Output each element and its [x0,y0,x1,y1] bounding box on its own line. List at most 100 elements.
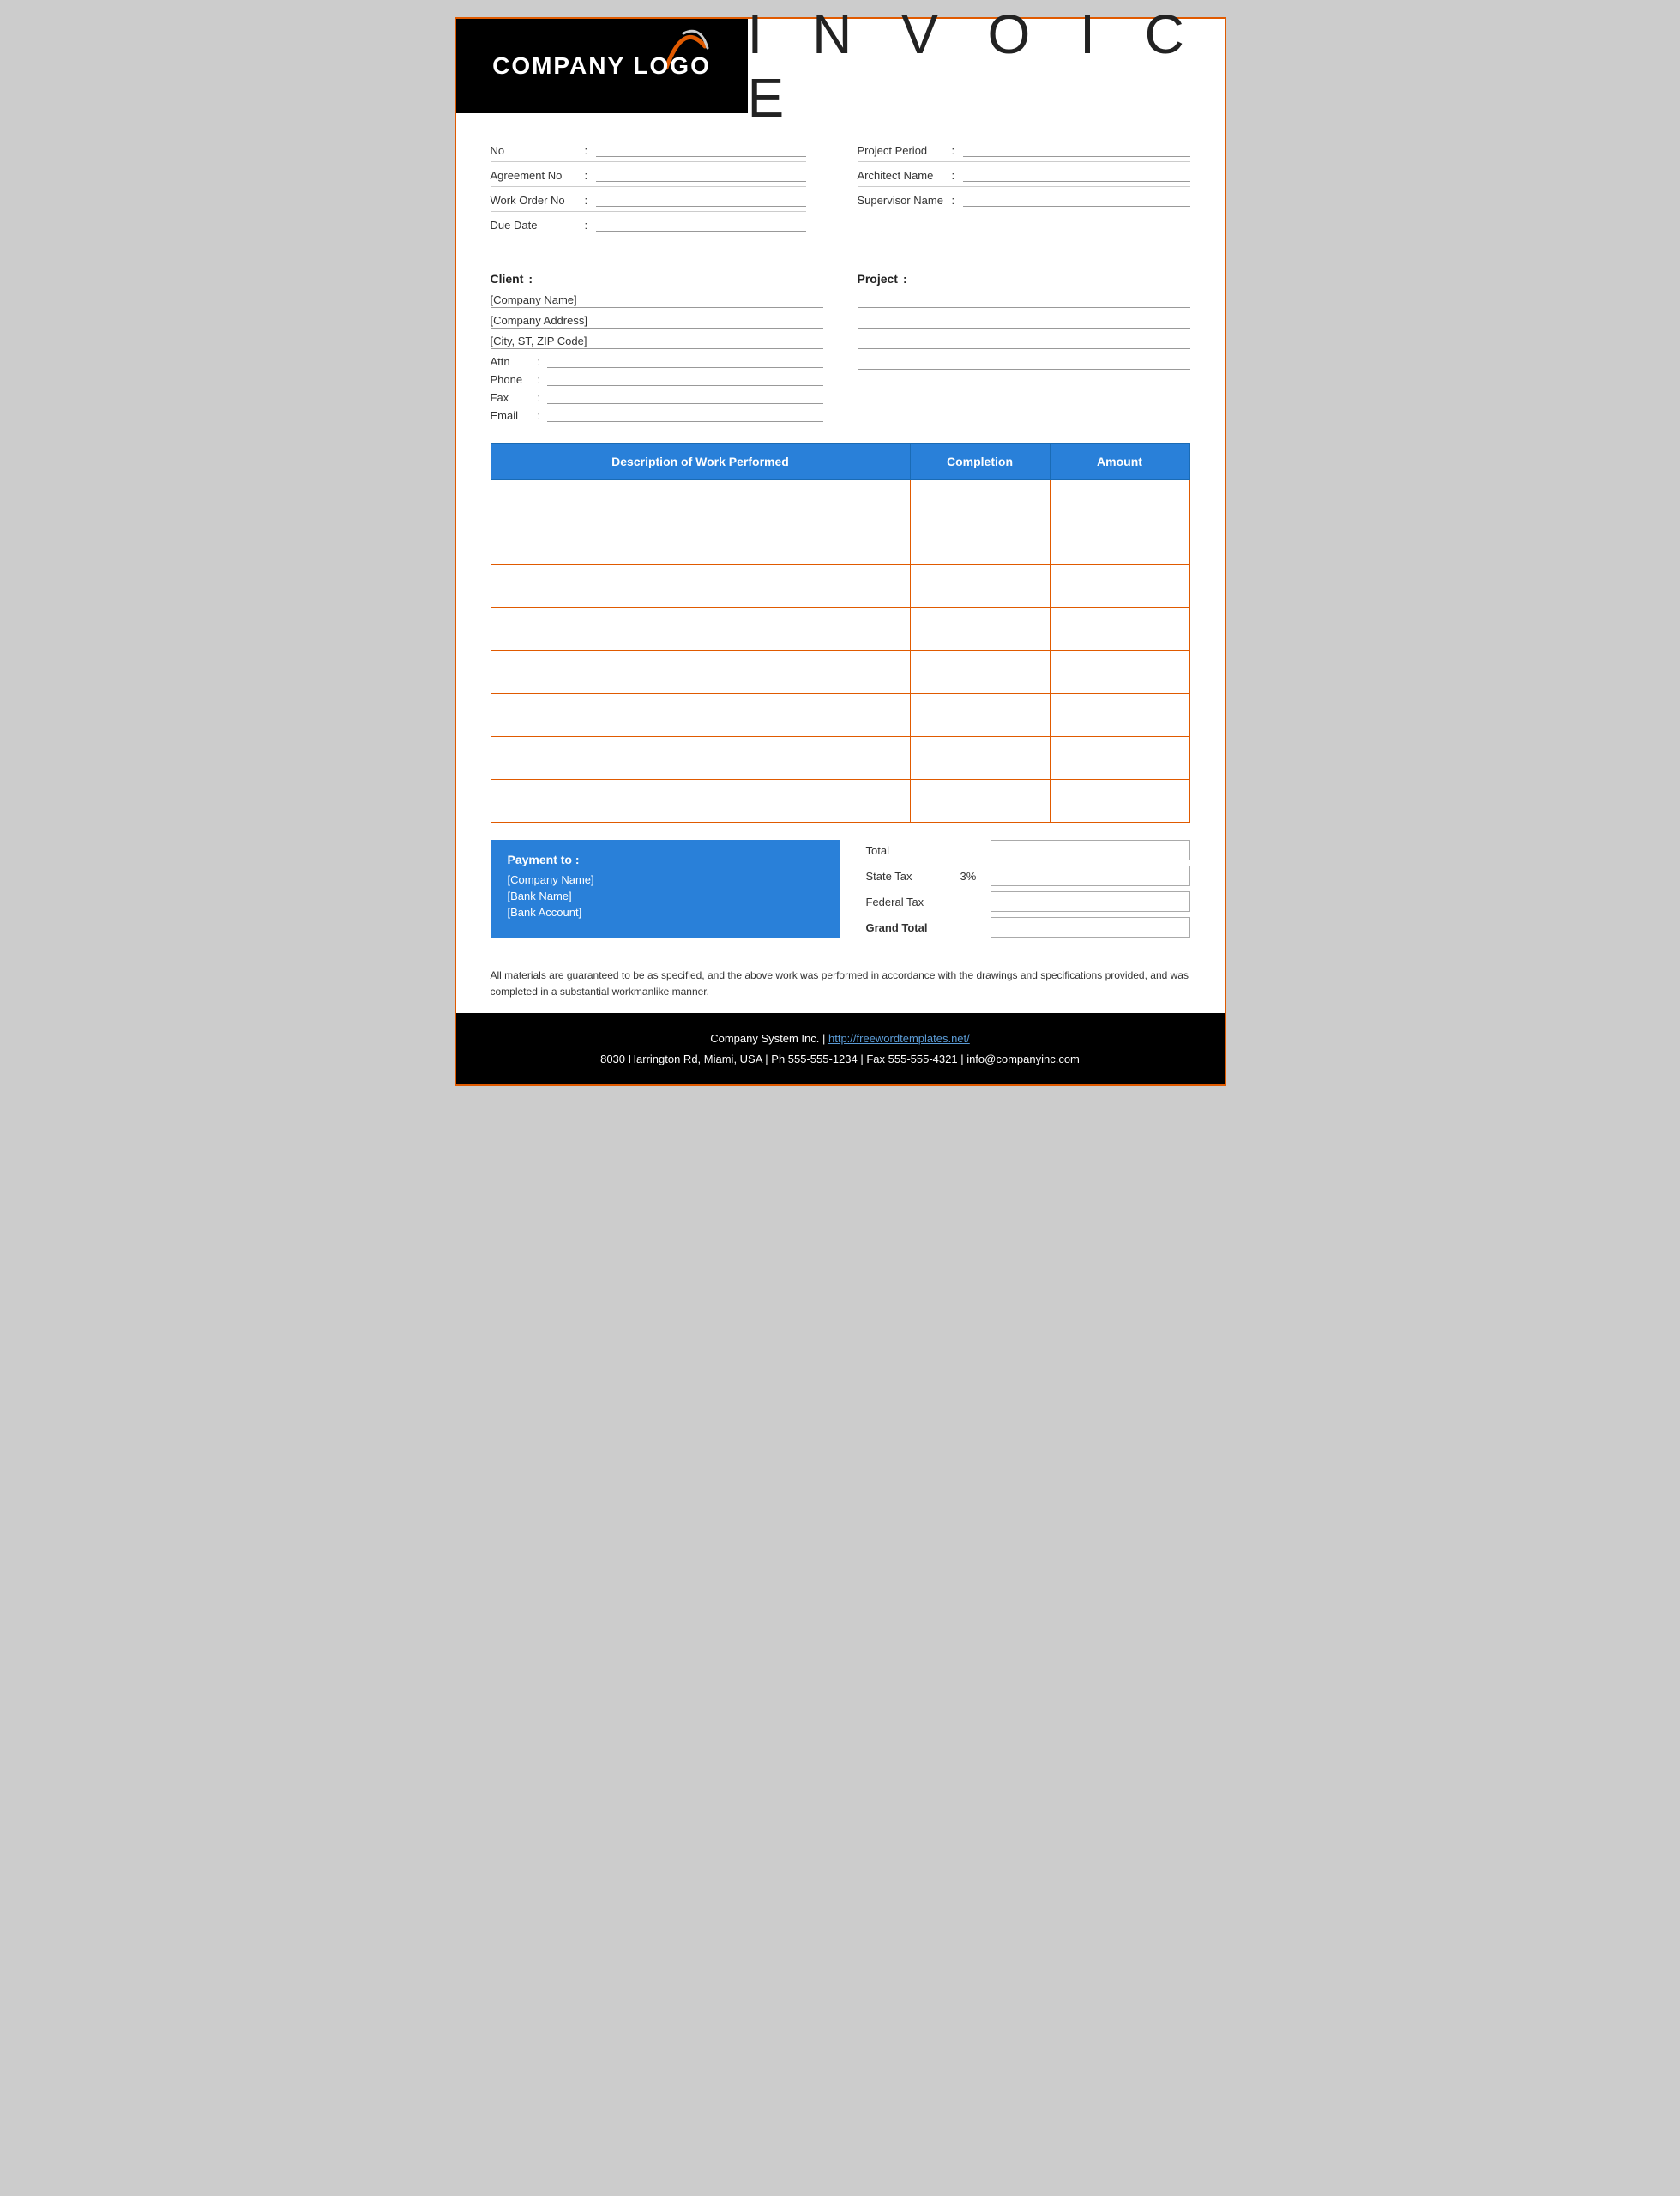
info-left: No : Agreement No : Work Order No : Due … [491,139,840,238]
client-fax-colon: : [538,391,541,404]
client-company-name: [Company Name] [491,293,823,308]
project-line-4 [858,354,1190,370]
payment-to-label: Payment to : [508,853,823,866]
total-label: Total [866,844,952,857]
project-line-1 [858,293,1190,308]
table-cell-completion [910,522,1050,565]
footer-separator: | [822,1032,828,1045]
table-cell-completion [910,694,1050,737]
info-colon-agreement: : [585,169,588,182]
footer-website[interactable]: http://freewordtemplates.net/ [828,1032,970,1045]
footer-company: Company System Inc. [710,1032,819,1045]
client-fax-label: Fax [491,391,538,404]
disclaimer-section: All materials are guaranteed to be as sp… [456,955,1225,1013]
state-tax-label: State Tax [866,870,952,883]
payment-company-name: [Company Name] [508,873,823,886]
footer-line1: Company System Inc. | http://freewordtem… [473,1029,1207,1048]
info-value-supervisor [963,193,1189,207]
client-header: Client : [491,272,823,286]
state-tax-rate: 3% [960,870,982,883]
client-attn-value [547,354,822,368]
info-colon-workorder: : [585,194,588,207]
info-row-agreement: Agreement No : [491,164,806,187]
table-row [491,522,1189,565]
client-phone-colon: : [538,373,541,386]
table-section: Description of Work Performed Completion… [456,443,1225,823]
th-description: Description of Work Performed [491,444,910,480]
info-colon-architect: : [952,169,955,182]
table-cell-completion [910,737,1050,780]
info-right: Project Period : Architect Name : Superv… [840,139,1190,238]
client-phone-row: Phone : [491,372,823,386]
table-cell-description [491,737,910,780]
table-cell-amount [1050,608,1189,651]
table-cell-amount [1050,651,1189,694]
totals-block: Total State Tax 3% Federal Tax Grand Tot… [866,840,1190,938]
info-value-duedate [596,218,805,232]
info-value-project-period [963,143,1189,157]
table-cell-description [491,608,910,651]
table-header-row: Description of Work Performed Completion… [491,444,1189,480]
grand-total-row: Grand Total [866,917,1190,938]
table-cell-description [491,565,910,608]
info-row-duedate: Due Date : [491,214,806,236]
footer-line2: 8030 Harrington Rd, Miami, USA | Ph 555-… [473,1049,1207,1069]
client-colon: : [528,272,533,286]
info-row-workorder: Work Order No : [491,189,806,212]
table-row [491,565,1189,608]
client-company-address: [Company Address] [491,313,823,329]
table-row [491,651,1189,694]
table-cell-completion [910,780,1050,823]
table-cell-description [491,780,910,823]
table-cell-amount [1050,480,1189,522]
state-tax-row: State Tax 3% [866,866,1190,886]
info-colon-duedate: : [585,219,588,232]
logo-text: COMPANY LOGO [492,52,711,80]
grand-total-value [991,917,1190,938]
info-value-architect [963,168,1189,182]
info-label-agreement: Agreement No [491,169,585,182]
table-cell-completion [910,651,1050,694]
table-cell-description [491,694,910,737]
state-tax-value [991,866,1190,886]
info-grid: No : Agreement No : Work Order No : Due … [491,139,1190,238]
payment-bank-account: [Bank Account] [508,906,823,919]
table-cell-amount [1050,522,1189,565]
payment-section: Payment to : [Company Name] [Bank Name] … [456,840,1225,938]
info-row-architect: Architect Name : [858,164,1190,187]
federal-tax-row: Federal Tax [866,891,1190,912]
client-email-value [547,408,822,422]
table-cell-amount [1050,565,1189,608]
header: COMPANY LOGO I N V O I C E [456,19,1225,113]
info-colon-no: : [585,144,588,157]
table-cell-completion [910,608,1050,651]
info-row-project-period: Project Period : [858,139,1190,162]
table-row [491,480,1189,522]
disclaimer-text: All materials are guaranteed to be as sp… [491,968,1190,1000]
total-value [991,840,1190,860]
info-label-project-period: Project Period [858,144,952,157]
project-header: Project : [858,272,1190,286]
info-section: No : Agreement No : Work Order No : Due … [456,113,1225,255]
client-attn-colon: : [538,355,541,368]
grand-total-label: Grand Total [866,921,952,934]
table-cell-amount [1050,737,1189,780]
table-cell-description [491,522,910,565]
client-email-label: Email [491,409,538,422]
client-phone-value [547,372,822,386]
info-row-supervisor: Supervisor Name : [858,189,1190,211]
table-body [491,480,1189,823]
table-cell-completion [910,480,1050,522]
info-value-workorder [596,193,805,207]
client-section: Client : [Company Name] [Company Address… [456,255,1225,443]
client-email-colon: : [538,409,541,422]
table-cell-amount [1050,780,1189,823]
project-block: Project : [858,272,1190,426]
client-fax-row: Fax : [491,390,823,404]
table-cell-completion [910,565,1050,608]
project-label: Project [858,272,898,286]
footer: Company System Inc. | http://freewordtem… [456,1013,1225,1084]
project-line-3 [858,334,1190,349]
table-row [491,780,1189,823]
payment-bank-name: [Bank Name] [508,890,823,902]
